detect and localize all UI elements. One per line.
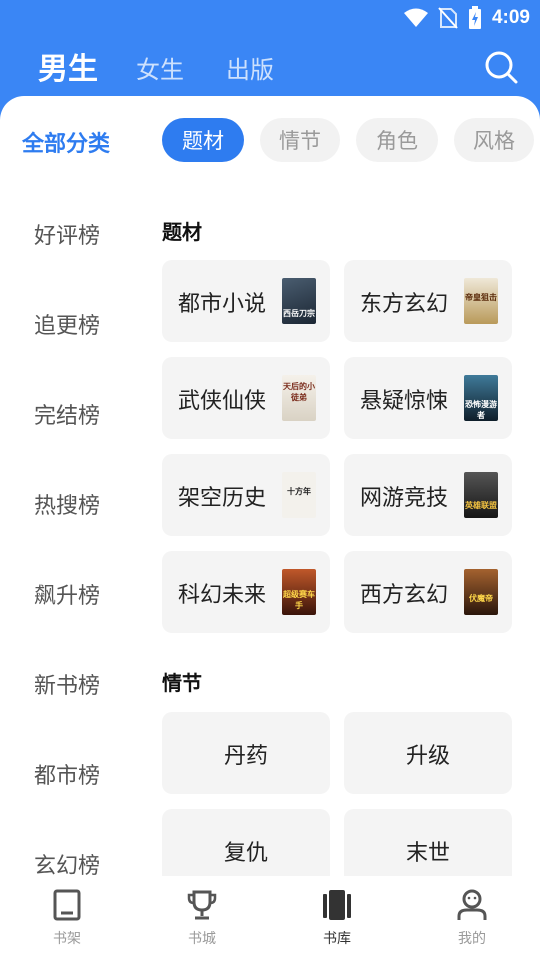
rank-urban[interactable]: 都市榜 — [34, 758, 100, 790]
category-label: 东方玄幻 — [360, 292, 449, 317]
nav-label: 书库 — [323, 931, 351, 947]
category-tile[interactable]: 升级 — [344, 712, 512, 794]
library-icon — [323, 890, 351, 920]
book-cover: 英雄联盟 — [464, 472, 498, 518]
category-label: 末世 — [405, 841, 450, 866]
clock: 4:09 — [491, 7, 530, 28]
chip-plot[interactable]: 情节 — [260, 118, 340, 162]
category-tile[interactable]: 复仇 — [162, 809, 330, 876]
book-cover: 十方年 — [282, 472, 316, 518]
book-cover-title: 西岳刀宗 — [283, 309, 315, 318]
bottom-nav: 书架 书城 书库 我的 — [0, 876, 540, 960]
category-tile[interactable]: 架空历史 十方年 — [162, 454, 330, 536]
nav-label: 我的 — [458, 931, 486, 947]
category-label: 复仇 — [223, 841, 268, 866]
header: 男生 女生 出版 — [0, 36, 540, 96]
book-cover-title: 恐怖漫游者 — [465, 400, 497, 420]
chip-style[interactable]: 风格 — [454, 118, 534, 162]
rank-follow[interactable]: 追更榜 — [34, 308, 100, 340]
book-cover: 恐怖漫游者 — [464, 375, 498, 421]
category-tile[interactable]: 都市小说 西岳刀宗 — [162, 260, 330, 342]
category-tile[interactable]: 悬疑惊悚 恐怖漫游者 — [344, 357, 512, 439]
category-label: 网游竞技 — [360, 486, 449, 511]
nav-library[interactable]: 书库 — [297, 888, 377, 952]
category-panel: 全部分类 题材 情节 角色 风格 好评榜 追更榜 完结榜 热搜榜 飙升榜 新书榜… — [0, 96, 540, 876]
chip-role[interactable]: 角色 — [356, 118, 438, 162]
profile-icon — [457, 889, 487, 920]
rank-new-books[interactable]: 新书榜 — [34, 668, 100, 700]
category-label: 科幻未来 — [178, 583, 267, 608]
battery-charging-icon — [468, 6, 481, 29]
book-cover-title: 十方年 — [287, 487, 311, 496]
book-cover: 帝皇狙击 — [464, 278, 498, 324]
book-cover-title: 帝皇狙击 — [465, 293, 497, 302]
no-sim-icon — [438, 7, 458, 29]
trophy-icon — [187, 890, 217, 920]
category-tile[interactable]: 武侠仙侠 天后的小徒弟 — [162, 357, 330, 439]
nav-bookshelf[interactable]: 书架 — [27, 888, 107, 952]
nav-profile[interactable]: 我的 — [432, 888, 512, 952]
category-label: 架空历史 — [178, 486, 267, 511]
category-tile[interactable]: 东方玄幻 帝皇狙击 — [344, 260, 512, 342]
rank-hot-search[interactable]: 热搜榜 — [34, 488, 100, 520]
book-cover: 超级赛车手 — [282, 569, 316, 615]
category-label: 都市小说 — [178, 292, 267, 317]
rank-completed[interactable]: 完结榜 — [34, 398, 100, 430]
category-tile[interactable]: 科幻未来 超级赛车手 — [162, 551, 330, 633]
book-cover-title: 超级赛车手 — [283, 590, 315, 610]
book-cover-title: 英雄联盟 — [465, 501, 497, 510]
category-label: 悬疑惊悚 — [360, 389, 449, 414]
section-title-plot: 情节 — [162, 671, 202, 695]
book-cover: 西岳刀宗 — [282, 278, 316, 324]
status-bar: 4:09 — [0, 0, 540, 36]
book-cover: 天后的小徒弟 — [282, 375, 316, 421]
category-label: 丹药 — [223, 744, 268, 769]
all-categories-link[interactable]: 全部分类 — [22, 126, 110, 158]
rank-fantasy[interactable]: 玄幻榜 — [34, 848, 100, 876]
category-tile[interactable]: 西方玄幻 伏魔帝 — [344, 551, 512, 633]
status-icons: 4:09 — [403, 4, 530, 32]
nav-bookstore[interactable]: 书城 — [162, 888, 242, 952]
nav-label: 书架 — [53, 931, 81, 947]
bookshelf-icon — [53, 889, 81, 921]
category-tile[interactable]: 网游竞技 英雄联盟 — [344, 454, 512, 536]
category-label: 西方玄幻 — [360, 583, 449, 608]
tab-male[interactable]: 男生 — [38, 44, 98, 88]
search-icon[interactable] — [484, 50, 518, 84]
section-title-theme: 题材 — [162, 220, 202, 244]
book-cover-title: 天后的小徒弟 — [283, 382, 315, 402]
rank-good-reviews[interactable]: 好评榜 — [34, 218, 100, 250]
tab-publishing[interactable]: 出版 — [226, 50, 274, 85]
category-label: 升级 — [405, 744, 450, 769]
book-cover: 伏魔帝 — [464, 569, 498, 615]
category-tile[interactable]: 丹药 — [162, 712, 330, 794]
category-tile[interactable]: 末世 — [344, 809, 512, 876]
nav-label: 书城 — [188, 931, 216, 947]
wifi-icon — [403, 8, 428, 27]
chip-theme[interactable]: 题材 — [162, 118, 244, 162]
category-label: 武侠仙侠 — [178, 389, 267, 414]
rank-rising[interactable]: 飙升榜 — [34, 578, 100, 610]
book-cover-title: 伏魔帝 — [469, 594, 493, 603]
tab-female[interactable]: 女生 — [136, 50, 184, 85]
